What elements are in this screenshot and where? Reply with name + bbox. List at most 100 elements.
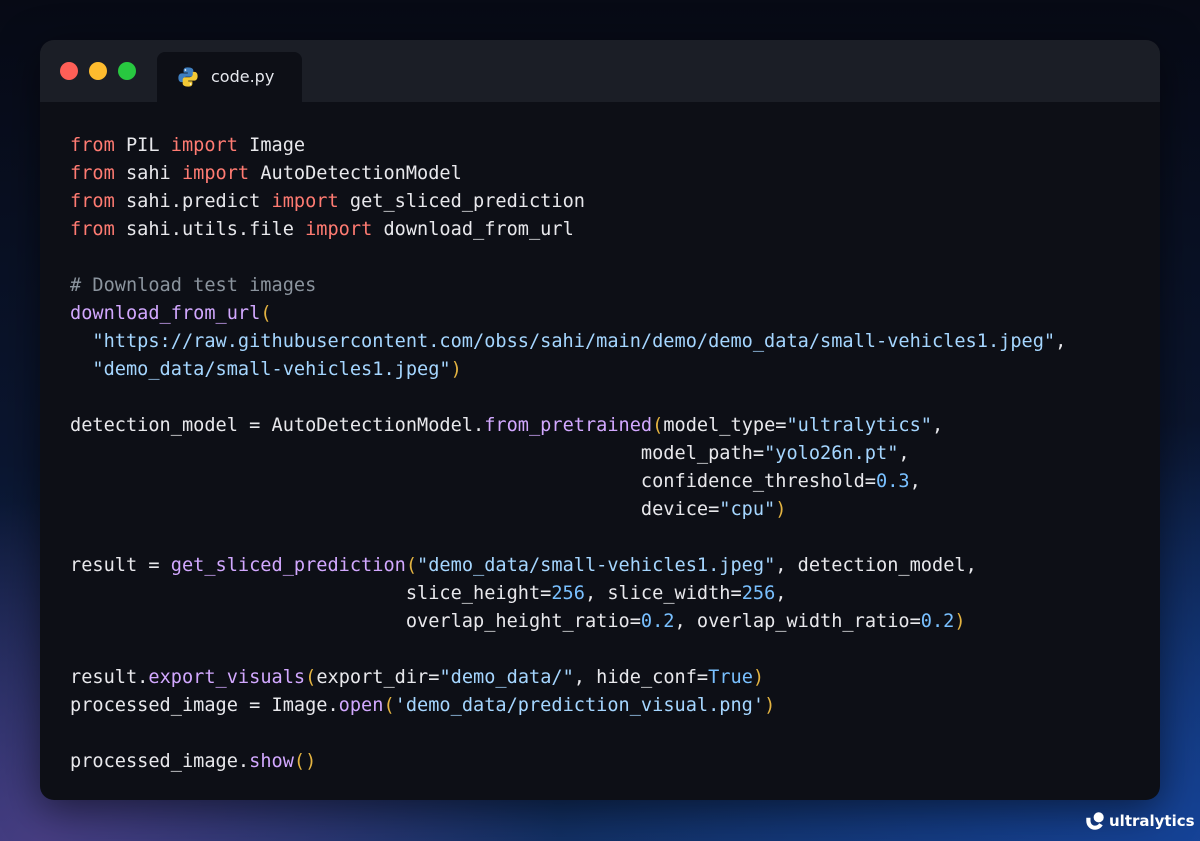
code-string: "cpu" xyxy=(719,499,776,520)
code-text: , slice_width= xyxy=(584,583,742,604)
code-keyword: from xyxy=(70,163,115,184)
code-text: Image xyxy=(237,135,306,156)
code-string: "demo_data/small-vehicles1.jpeg" xyxy=(92,359,451,380)
tab-code-py[interactable]: code.py xyxy=(157,52,302,102)
code-paren: ( xyxy=(260,303,272,324)
code-paren: ) xyxy=(764,695,776,716)
code-paren: ( xyxy=(305,667,317,688)
code-paren: ( xyxy=(383,695,395,716)
code-string: "https://raw.githubusercontent.com/obss/… xyxy=(92,331,1056,352)
code-line: detection_model = AutoDetectionModel.fro… xyxy=(70,412,1066,440)
code-text: model_type= xyxy=(663,415,787,436)
code-text: model_path= xyxy=(70,443,765,464)
code-number: 0.3 xyxy=(876,471,910,492)
code-text: detection_model = AutoDetectionModel. xyxy=(70,415,485,436)
code-text: result. xyxy=(70,667,149,688)
code-paren: () xyxy=(293,751,317,772)
code-editor[interactable]: from PIL import Image from sahi import Au… xyxy=(70,132,1066,776)
code-text: processed_image = Image. xyxy=(70,695,339,716)
code-string: 'demo_data/prediction_visual.png' xyxy=(394,695,765,716)
code-text: PIL xyxy=(114,135,171,156)
code-line: from sahi import AutoDetectionModel xyxy=(70,160,1066,188)
maximize-window-button[interactable] xyxy=(118,62,136,80)
code-keyword: import xyxy=(170,135,238,156)
code-string: "demo_data/small-vehicles1.jpeg" xyxy=(417,555,776,576)
code-text: confidence_threshold= xyxy=(70,471,876,492)
code-text: device= xyxy=(70,499,720,520)
code-text: sahi.utils.file xyxy=(114,219,306,240)
code-text: processed_image. xyxy=(70,751,250,772)
code-line: device="cpu") xyxy=(70,496,1066,524)
code-text: , xyxy=(932,415,944,436)
tab-label: code.py xyxy=(211,67,275,86)
code-keyword: from xyxy=(70,191,115,212)
code-text: download_from_url xyxy=(372,219,574,240)
code-paren: ) xyxy=(752,667,765,688)
code-paren: ) xyxy=(954,611,966,632)
code-text: , hide_conf= xyxy=(573,667,709,688)
python-icon xyxy=(178,67,198,87)
code-text: , overlap_width_ratio= xyxy=(674,611,921,632)
code-function: get_sliced_prediction xyxy=(170,555,406,576)
code-paren: ) xyxy=(775,499,787,520)
code-number: 0.2 xyxy=(640,611,675,632)
code-keyword: from xyxy=(70,135,115,156)
code-text: , xyxy=(909,471,921,492)
minimize-window-button[interactable] xyxy=(89,62,107,80)
code-function: export_visuals xyxy=(148,667,306,688)
code-text: , xyxy=(1055,331,1067,352)
brand-label: ultralytics xyxy=(1109,812,1195,830)
code-text: slice_height= xyxy=(70,583,552,604)
code-keyword: import xyxy=(305,219,373,240)
code-function: from_pretrained xyxy=(484,415,653,436)
code-paren: ( xyxy=(652,415,664,436)
code-string: "ultralytics" xyxy=(786,415,932,436)
code-text: , detection_model, xyxy=(775,555,977,576)
code-text: AutoDetectionModel xyxy=(249,163,462,184)
code-line: from sahi.utils.file import download_fro… xyxy=(70,216,1066,244)
code-number: 256 xyxy=(741,583,776,604)
code-text: sahi xyxy=(114,163,182,184)
code-keyword: import xyxy=(271,191,339,212)
code-number: 0.2 xyxy=(920,611,955,632)
code-text: get_sliced_prediction xyxy=(338,191,585,212)
code-text: result = xyxy=(70,555,171,576)
code-line: from sahi.predict import get_sliced_pred… xyxy=(70,188,1066,216)
code-number: True xyxy=(708,667,753,688)
code-paren: ) xyxy=(450,359,462,380)
code-function: open xyxy=(338,695,384,716)
code-line: slice_height=256, slice_width=256, xyxy=(70,580,1066,608)
code-line: model_path="yolo26n.pt", xyxy=(70,440,1066,468)
code-function: show xyxy=(249,751,294,772)
code-function: download_from_url xyxy=(70,303,261,324)
code-line: "demo_data/small-vehicles1.jpeg") xyxy=(70,356,1066,384)
close-window-button[interactable] xyxy=(60,62,78,80)
code-number: 256 xyxy=(551,583,585,604)
code-text: , xyxy=(775,583,787,604)
code-line: result = get_sliced_prediction("demo_dat… xyxy=(70,552,1066,580)
code-text: sahi.predict xyxy=(114,191,272,212)
code-paren: ( xyxy=(405,555,418,576)
code-window: code.py from PIL import Image from sahi i… xyxy=(40,40,1160,800)
window-titlebar: code.py xyxy=(40,40,1160,102)
code-text: export_dir= xyxy=(316,667,440,688)
code-text: , xyxy=(898,443,910,464)
code-line: processed_image.show() xyxy=(70,748,1066,776)
code-line: result.export_visuals(export_dir="demo_d… xyxy=(70,664,1066,692)
code-line: confidence_threshold=0.3, xyxy=(70,468,1066,496)
code-line: "https://raw.githubusercontent.com/obss/… xyxy=(70,328,1066,356)
code-string: "demo_data/" xyxy=(439,667,574,688)
code-line: download_from_url( xyxy=(70,300,1066,328)
code-line: overlap_height_ratio=0.2, overlap_width_… xyxy=(70,608,1066,636)
ultralytics-logo-icon xyxy=(1086,812,1104,830)
code-line: from PIL import Image xyxy=(70,132,1066,160)
code-comment: # Download test images xyxy=(70,275,317,296)
code-line: processed_image = Image.open('demo_data/… xyxy=(70,692,1066,720)
code-text: overlap_height_ratio= xyxy=(70,611,641,632)
